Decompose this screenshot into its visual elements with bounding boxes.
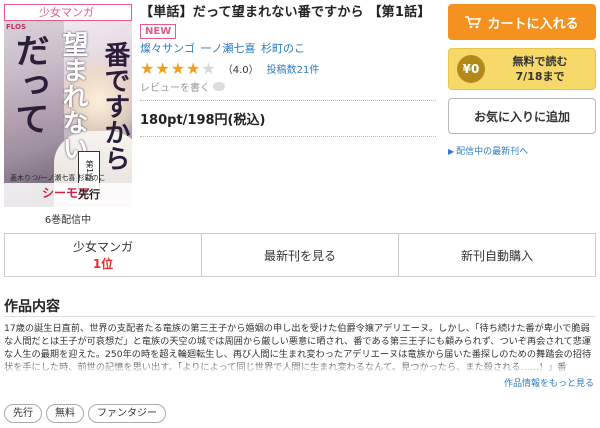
write-review-link[interactable]: レビューを書く <box>140 79 436 94</box>
tag-list: 先行 無料 ファンタジー <box>4 404 170 423</box>
distribution-note: 6巻配信中 <box>44 215 92 226</box>
divider <box>140 136 436 137</box>
divider <box>4 316 596 317</box>
tab-genre-ranking[interactable]: 少女マンガ 1位 <box>5 234 202 276</box>
read-free-button[interactable]: ¥0 無料で読む 7/18まで <box>448 48 596 90</box>
tab-label: 少女マンガ <box>72 240 133 254</box>
description-fade <box>4 360 596 374</box>
tag-chip[interactable]: 無料 <box>46 404 84 423</box>
cart-icon <box>465 15 482 29</box>
free-badge-icon: ¥0 <box>457 55 485 83</box>
ranking-position: 1位 <box>92 257 114 271</box>
cover-author: 菱木りつ/一ノ瀬七喜 杉町のこ <box>10 174 106 182</box>
speech-bubble-icon <box>213 82 225 91</box>
price: 180pt/198円(税込) <box>140 113 266 128</box>
rating-score: （4.0） <box>222 65 259 76</box>
tab-strip: 少女マンガ 1位 最新刊を見る 新刊自動購入 <box>4 233 596 277</box>
tab-label: 新刊自動購入 <box>460 248 533 263</box>
more-info-link[interactable]: 作品情報をもっと見る <box>504 376 594 389</box>
tag-chip[interactable]: 先行 <box>4 404 42 423</box>
cover-imprint-label: FLOS <box>6 23 26 31</box>
rating-stars: ★★★★★ <box>140 59 217 78</box>
author-link[interactable]: 燦々サンゴ <box>140 42 195 55</box>
section-heading: 作品内容 <box>4 299 60 315</box>
add-favorite-button[interactable]: お気に入りに追加 <box>448 98 596 134</box>
action-column: カートに入れる ¥0 無料で読む 7/18まで お気に入りに追加 ▶ 配信中の最新… <box>448 4 596 157</box>
cover-senkou: 先行 <box>78 188 100 201</box>
triangle-right-icon: ▶ <box>448 147 455 156</box>
book-cover[interactable]: FLOS だって 望まれない 番ですから 第1話 菱木りつ/一ノ瀬七喜 杉町のこ… <box>4 21 132 207</box>
tab-label: 最新刊を見る <box>263 248 336 263</box>
latest-volume-link[interactable]: ▶ 配信中の最新刊へ <box>448 144 596 157</box>
add-to-cart-button[interactable]: カートに入れる <box>448 4 596 40</box>
author-link[interactable]: 一ノ瀬七喜 <box>201 42 256 55</box>
divider <box>140 100 436 101</box>
add-to-cart-label: カートに入れる <box>487 16 579 32</box>
product-info: 【単話】だって望まれない番ですから 【第1話】 NEW 燦々サンゴ 一ノ瀬七喜 … <box>140 4 436 137</box>
author-list: 燦々サンゴ 一ノ瀬七喜 杉町のこ <box>140 40 436 56</box>
write-review-label: レビューを書く <box>140 83 210 94</box>
read-free-deadline: 7/18まで <box>515 70 565 83</box>
read-free-label: 無料で読む <box>512 55 568 68</box>
review-count-link[interactable]: 投稿数21件 <box>267 61 320 76</box>
cover-column: 少女マンガ FLOS だって 望まれない 番ですから 第1話 菱木りつ/一ノ瀬七… <box>4 4 132 226</box>
tag-chip[interactable]: ファンタジー <box>88 404 166 423</box>
cover-title-part2: 望まれない <box>58 31 88 161</box>
rating-row: ★★★★★ （4.0） 投稿数21件 <box>140 59 436 78</box>
genre-badge[interactable]: 少女マンガ <box>4 4 132 21</box>
cover-title-part1: だって <box>9 33 49 135</box>
tab-latest-volume[interactable]: 最新刊を見る <box>202 234 399 276</box>
author-link[interactable]: 杉町のこ <box>261 42 305 55</box>
product-title: 【単話】だって望まれない番ですから 【第1話】 <box>140 5 431 20</box>
new-badge: NEW <box>140 24 177 39</box>
tab-auto-purchase[interactable]: 新刊自動購入 <box>399 234 595 276</box>
latest-volume-label: 配信中の最新刊へ <box>456 147 529 157</box>
read-free-text: 無料で読む 7/18まで <box>485 54 595 84</box>
cover-title-part3: 番ですから <box>100 41 130 171</box>
